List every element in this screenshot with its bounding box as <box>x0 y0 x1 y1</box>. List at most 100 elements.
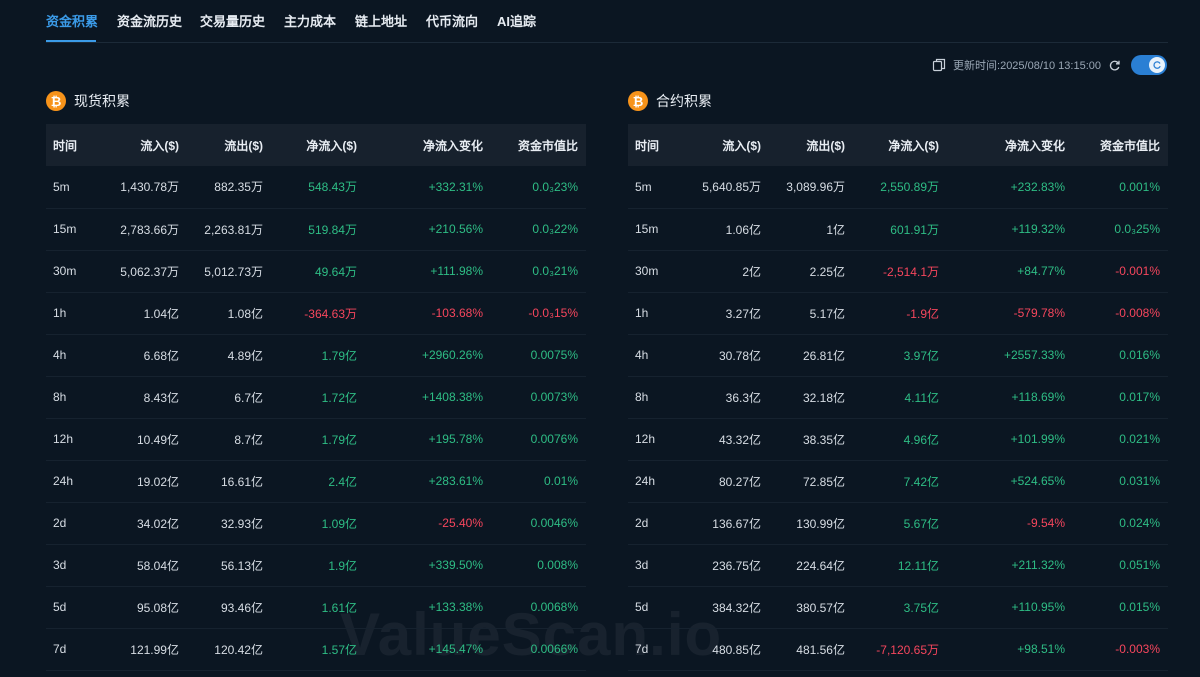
column-header-outflow[interactable]: 流出($) <box>187 124 271 166</box>
table-row: 24h 19.02亿 16.61亿 2.4亿 +283.61% 0.01% <box>46 460 586 503</box>
cell-time: 24h <box>46 460 104 503</box>
cell-net-inflow: 4.11亿 <box>853 376 947 419</box>
cell-net-inflow: 49.64万 <box>271 250 365 293</box>
column-header-net-change[interactable]: 净流入变化 <box>365 124 491 166</box>
cell-inflow: 2亿 <box>686 250 769 293</box>
futures-accumulation-panel: ₿ 合约积累 时间 流入($) 流出($) 净流入($) 净流入变化 资金市值比… <box>628 88 1168 671</box>
table-row: 15m 1.06亿 1亿 601.91万 +119.32% 0.0₃25% <box>628 208 1168 251</box>
cell-cap-ratio: 0.008% <box>491 544 586 587</box>
cell-inflow: 1,430.78万 <box>104 166 187 209</box>
cell-cap-ratio: 0.0066% <box>491 628 586 671</box>
cell-inflow: 58.04亿 <box>104 544 187 587</box>
tab-fund-accumulation[interactable]: 资金积累 <box>46 11 98 30</box>
cell-cap-ratio: 0.0068% <box>491 586 586 629</box>
cell-time: 15m <box>628 208 686 251</box>
cell-time: 2d <box>46 502 104 545</box>
cell-inflow: 19.02亿 <box>104 460 187 503</box>
cell-cap-ratio: 0.0076% <box>491 418 586 461</box>
cell-inflow: 43.32亿 <box>686 418 769 461</box>
futures-panel-header: ₿ 合约积累 <box>628 88 1168 114</box>
cell-time: 15m <box>46 208 104 251</box>
cell-time: 5d <box>46 586 104 629</box>
table-row: 7d 121.99亿 120.42亿 1.57亿 +145.47% 0.0066% <box>46 628 586 671</box>
cell-cap-ratio: -0.008% <box>1073 292 1168 335</box>
table-row: 7d 480.85亿 481.56亿 -7,120.65万 +98.51% -0.003% <box>628 628 1168 671</box>
tab-onchain-address[interactable]: 链上地址 <box>355 11 407 30</box>
tab-fund-flow-history[interactable]: 资金流历史 <box>117 11 182 30</box>
cell-inflow: 384.32亿 <box>686 586 769 629</box>
cell-time: 5d <box>628 586 686 629</box>
cell-net-change: +2557.33% <box>947 334 1073 377</box>
cell-net-inflow: -7,120.65万 <box>853 628 947 671</box>
cell-time: 30m <box>628 250 686 293</box>
table-row: 5d 384.32亿 380.57亿 3.75亿 +110.95% 0.015% <box>628 586 1168 629</box>
cell-net-change: +111.98% <box>365 250 491 293</box>
column-header-net-inflow[interactable]: 净流入($) <box>853 124 947 166</box>
table-row: 3d 58.04亿 56.13亿 1.9亿 +339.50% 0.008% <box>46 544 586 587</box>
cell-outflow: 56.13亿 <box>187 544 271 587</box>
cell-time: 8h <box>46 376 104 419</box>
spot-panel-header: ₿ 现货积累 <box>46 88 586 114</box>
tab-volume-history[interactable]: 交易量历史 <box>200 11 265 30</box>
cell-cap-ratio: 0.0073% <box>491 376 586 419</box>
column-header-net-change[interactable]: 净流入变化 <box>947 124 1073 166</box>
table-row: 5d 95.08亿 93.46亿 1.61亿 +133.38% 0.0068% <box>46 586 586 629</box>
refresh-icon[interactable] <box>1108 59 1121 72</box>
column-header-time[interactable]: 时间 <box>628 124 686 166</box>
column-header-net-inflow[interactable]: 净流入($) <box>271 124 365 166</box>
column-header-time[interactable]: 时间 <box>46 124 104 166</box>
cell-outflow: 1.08亿 <box>187 292 271 335</box>
table-row: 12h 10.49亿 8.7亿 1.79亿 +195.78% 0.0076% <box>46 418 586 461</box>
cell-net-change: +210.56% <box>365 208 491 251</box>
cell-time: 1h <box>628 292 686 335</box>
cell-inflow: 34.02亿 <box>104 502 187 545</box>
cell-net-change: +118.69% <box>947 376 1073 419</box>
cell-net-inflow: -1.9亿 <box>853 292 947 335</box>
cell-time: 7d <box>46 628 104 671</box>
toggle-knob <box>1149 57 1165 73</box>
cell-time: 1h <box>46 292 104 335</box>
cell-net-change: +524.65% <box>947 460 1073 503</box>
futures-table: 时间 流入($) 流出($) 净流入($) 净流入变化 资金市值比 5m 5,64… <box>628 124 1168 671</box>
cell-inflow: 236.75亿 <box>686 544 769 587</box>
cell-outflow: 72.85亿 <box>769 460 853 503</box>
cell-net-change: +119.32% <box>947 208 1073 251</box>
cell-cap-ratio: 0.017% <box>1073 376 1168 419</box>
cell-time: 12h <box>46 418 104 461</box>
cell-time: 8h <box>628 376 686 419</box>
cell-inflow: 80.27亿 <box>686 460 769 503</box>
cell-net-change: +339.50% <box>365 544 491 587</box>
cell-net-change: +110.95% <box>947 586 1073 629</box>
cell-time: 4h <box>46 334 104 377</box>
cell-cap-ratio: 0.031% <box>1073 460 1168 503</box>
table-row: 12h 43.32亿 38.35亿 4.96亿 +101.99% 0.021% <box>628 418 1168 461</box>
cell-cap-ratio: -0.001% <box>1073 250 1168 293</box>
cell-net-inflow: 3.97亿 <box>853 334 947 377</box>
tab-ai-tracking[interactable]: AI追踪 <box>497 11 536 30</box>
column-header-cap-ratio[interactable]: 资金市值比 <box>491 124 586 166</box>
cell-net-change: +232.83% <box>947 166 1073 209</box>
auto-refresh-toggle[interactable] <box>1131 55 1167 75</box>
cell-cap-ratio: -0.0₃15% <box>491 292 586 335</box>
column-header-inflow[interactable]: 流入($) <box>104 124 187 166</box>
tab-token-flow[interactable]: 代币流向 <box>426 11 478 30</box>
tab-main-cost[interactable]: 主力成本 <box>284 11 336 30</box>
column-header-cap-ratio[interactable]: 资金市值比 <box>1073 124 1168 166</box>
table-row: 2d 136.67亿 130.99亿 5.67亿 -9.54% 0.024% <box>628 502 1168 545</box>
table-row: 3d 236.75亿 224.64亿 12.11亿 +211.32% 0.051% <box>628 544 1168 587</box>
column-header-outflow[interactable]: 流出($) <box>769 124 853 166</box>
cell-outflow: 26.81亿 <box>769 334 853 377</box>
refresh-knob-icon <box>1153 61 1161 69</box>
cell-outflow: 481.56亿 <box>769 628 853 671</box>
cell-net-inflow: 1.9亿 <box>271 544 365 587</box>
copy-icon[interactable] <box>931 57 947 73</box>
app-root: ValueScan.io 资金积累 资金流历史 交易量历史 主力成本 链上地址 … <box>0 0 1200 677</box>
cell-inflow: 5,640.85万 <box>686 166 769 209</box>
column-header-inflow[interactable]: 流入($) <box>686 124 769 166</box>
spot-table: 时间 流入($) 流出($) 净流入($) 净流入变化 资金市值比 5m 1,43… <box>46 124 586 671</box>
cell-inflow: 30.78亿 <box>686 334 769 377</box>
bitcoin-icon: ₿ <box>628 91 648 111</box>
cell-net-inflow: 5.67亿 <box>853 502 947 545</box>
cell-outflow: 882.35万 <box>187 166 271 209</box>
cell-cap-ratio: 0.0₃25% <box>1073 208 1168 251</box>
